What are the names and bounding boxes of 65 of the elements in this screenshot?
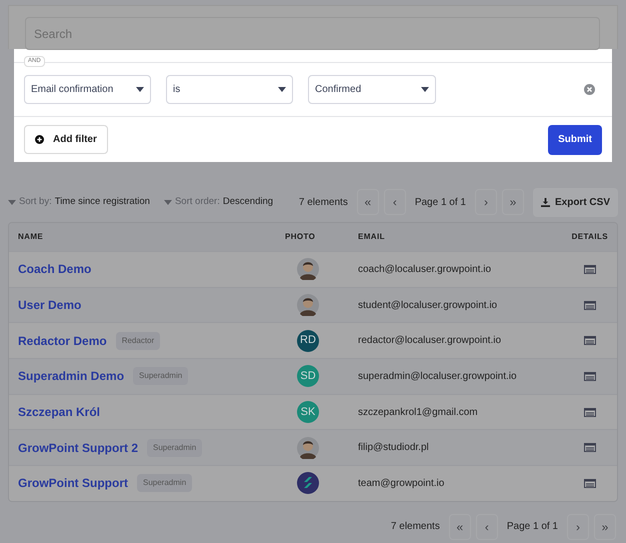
details-icon[interactable]	[584, 372, 596, 381]
last-page-button[interactable]: »	[594, 514, 616, 540]
previous-page-button[interactable]: ‹	[384, 189, 406, 215]
details-icon[interactable]	[584, 478, 596, 488]
plus-circle-icon	[35, 135, 44, 144]
operator-select[interactable]: is	[166, 75, 293, 104]
avatar	[297, 436, 319, 459]
email-cell-text: team@growpoint.io	[358, 476, 446, 491]
user-name-link[interactable]: Superadmin Demo	[18, 367, 124, 386]
download-icon	[540, 198, 550, 206]
avatar: SK	[297, 401, 319, 424]
details-icon[interactable]	[584, 336, 596, 346]
column-header: NAME	[18, 231, 44, 243]
details-icon[interactable]	[584, 408, 596, 417]
details-icon[interactable]	[584, 443, 596, 452]
page-indicator: Page 1 of 1	[414, 196, 467, 210]
element-count: 7 elements	[390, 520, 440, 534]
first-page-button[interactable]: «	[356, 189, 379, 215]
next-page-button[interactable]: ›	[474, 189, 497, 215]
column-header: DETAILS	[572, 231, 608, 243]
user-name-link[interactable]: Szczepan Król	[18, 403, 100, 422]
email-cell-text: student@localuser.growpoint.io	[358, 298, 498, 313]
export-csv-button[interactable]: Export CSV	[532, 188, 618, 216]
email-cell-text: filip@studiodr.pl	[358, 441, 430, 456]
email-cell-text: redactor@localuser.growpoint.io	[358, 334, 502, 348]
avatar: SD	[297, 365, 319, 388]
field-select[interactable]: Email confirmation	[24, 75, 151, 104]
role-tag: Redactor	[116, 332, 160, 350]
value-select[interactable]: Confirmed	[308, 75, 436, 104]
sort-by-dropdown[interactable]: Sort by: Time since registration	[8, 194, 150, 210]
role-tag: Superadmin	[147, 438, 202, 457]
user-name-link[interactable]: Redactor Demo	[18, 332, 107, 350]
caret-icon	[136, 87, 144, 92]
column-header: EMAIL	[358, 231, 386, 243]
logo-avatar	[297, 472, 319, 494]
caret-icon	[8, 200, 16, 204]
avatar	[297, 258, 319, 280]
column-header: PHOTO	[285, 231, 316, 243]
role-tag: Superadmin	[137, 474, 192, 492]
email-cell-text: superadmin@localuser.growpoint.io	[358, 370, 518, 384]
submit-button[interactable]: Submit	[548, 124, 602, 154]
details-icon[interactable]	[584, 300, 596, 310]
user-name-link[interactable]: Coach Demo	[18, 260, 92, 278]
page-indicator: Page 1 of 1	[506, 520, 559, 534]
remove-icon[interactable]	[584, 84, 595, 95]
avatar: RD	[297, 330, 319, 352]
first-page-button[interactable]: «	[448, 514, 471, 540]
email-cell-text: szczepankrol1@gmail.com	[358, 406, 479, 420]
add-filter-button[interactable]: Add filter	[24, 125, 108, 154]
avatar	[297, 294, 319, 316]
user-name-link[interactable]: GrowPoint Support	[18, 474, 128, 492]
sort-order-dropdown[interactable]: Sort order: Descending	[164, 194, 274, 210]
user-name-link[interactable]: GrowPoint Support 2	[18, 438, 138, 457]
next-page-button[interactable]: ›	[567, 514, 589, 540]
last-page-button[interactable]: »	[502, 189, 524, 215]
email-cell-text: coach@localuser.growpoint.io	[358, 262, 492, 277]
caret-icon	[278, 87, 286, 92]
user-name-link[interactable]: User Demo	[18, 296, 82, 314]
previous-page-button[interactable]: ‹	[476, 514, 498, 540]
element-count: 7 elements	[298, 196, 348, 210]
caret-icon	[164, 200, 172, 204]
caret-icon	[421, 87, 429, 92]
details-icon[interactable]	[584, 264, 596, 274]
role-tag: Superadmin	[133, 367, 188, 386]
search-field[interactable]: Search	[25, 17, 600, 50]
